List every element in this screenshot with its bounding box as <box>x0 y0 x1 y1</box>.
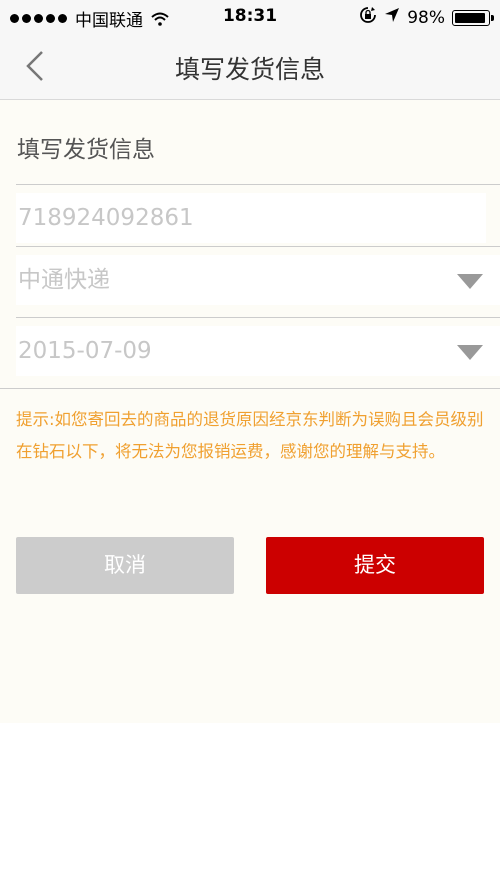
courier-value: 中通快递 <box>18 267 110 293</box>
tracking-number-input[interactable]: 718924092861 <box>16 193 486 243</box>
section-title: 填写发货信息 <box>17 137 155 163</box>
status-right: 98% <box>359 6 494 29</box>
courier-select[interactable]: 中通快递 <box>16 255 500 305</box>
date-select[interactable]: 2015-07-09 <box>16 326 500 376</box>
nav-bar: 填写发货信息 <box>0 34 500 100</box>
page-title: 填写发货信息 <box>174 55 325 84</box>
tip-text: 提示:如您寄回去的商品的退货原因经京东判断为误购且会员级别在钻石以下，将无法为您… <box>16 410 484 461</box>
rotation-lock-icon <box>359 6 377 29</box>
status-bar: 中国联通 18:31 98% <box>0 0 500 34</box>
divider <box>16 184 500 185</box>
cancel-button[interactable]: 取消 <box>16 537 234 594</box>
shipping-form: 填写发货信息 718924092861 中通快递 2015-07-09 提示:如… <box>0 100 500 723</box>
battery-percent: 98% <box>407 7 445 28</box>
location-icon <box>384 7 400 28</box>
date-value: 2015-07-09 <box>18 338 152 364</box>
dropdown-arrow-icon <box>457 345 483 360</box>
divider <box>16 246 500 247</box>
submit-button[interactable]: 提交 <box>266 537 484 594</box>
divider <box>0 388 500 389</box>
dropdown-arrow-icon <box>457 274 483 289</box>
divider <box>16 317 500 318</box>
battery-icon <box>452 9 494 26</box>
